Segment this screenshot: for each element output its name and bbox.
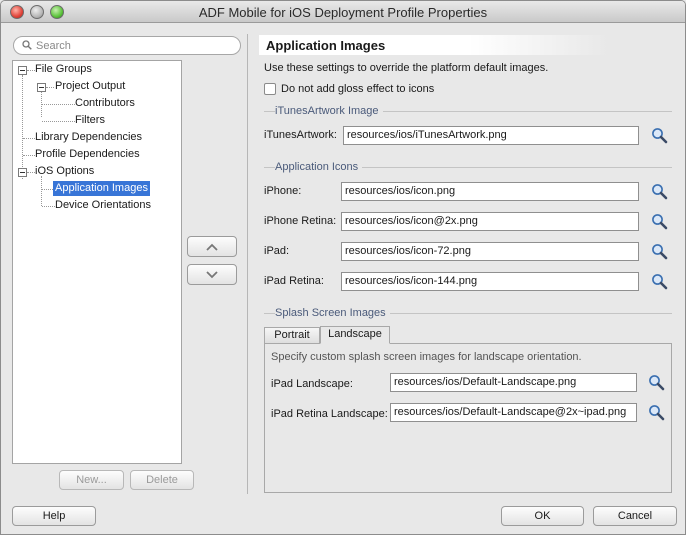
- tree-item-profile-dependencies[interactable]: Profile Dependencies: [33, 147, 142, 162]
- browse-itunes-artwork-icon[interactable]: [651, 127, 668, 144]
- collapse-ios-options-icon[interactable]: [18, 168, 27, 177]
- browse-ipad-landscape-icon[interactable]: [648, 374, 665, 391]
- tree-item-contributors[interactable]: Contributors: [73, 96, 137, 111]
- panel-divider[interactable]: [247, 34, 248, 494]
- panel-description: Use these settings to override the platf…: [264, 62, 549, 74]
- splash-section-label: Splash Screen Images: [275, 307, 390, 319]
- tree-item-application-images[interactable]: Application Images: [53, 181, 150, 196]
- page-title: Application Images: [259, 35, 609, 55]
- tree-item-device-orientations[interactable]: Device Orientations: [53, 198, 153, 213]
- ipad-retina-landscape-label: iPad Retina Landscape:: [271, 408, 388, 420]
- tree-item-project-output[interactable]: Project Output: [53, 79, 127, 94]
- gloss-checkbox-label[interactable]: Do not add gloss effect to icons: [281, 83, 434, 95]
- search-input[interactable]: [36, 38, 236, 53]
- move-up-button[interactable]: [187, 236, 237, 257]
- tab-portrait[interactable]: Portrait: [264, 327, 320, 344]
- ipad-retina-landscape-field[interactable]: resources/ios/Default-Landscape@2x~ipad.…: [390, 403, 637, 422]
- window-title: ADF Mobile for iOS Deployment Profile Pr…: [198, 5, 488, 20]
- ipad-landscape-field[interactable]: resources/ios/Default-Landscape.png: [390, 373, 637, 392]
- ipad-icon-label: iPad:: [264, 245, 290, 257]
- new-button[interactable]: New...: [59, 470, 124, 490]
- tree-connector: [41, 176, 42, 206]
- browse-iphone-retina-icon[interactable]: [651, 213, 668, 230]
- ok-button[interactable]: OK: [501, 506, 584, 526]
- tab-landscape[interactable]: Landscape: [320, 326, 390, 344]
- ipad-retina-icon-label: iPad Retina:: [264, 275, 324, 287]
- move-down-button[interactable]: [187, 264, 237, 285]
- tree-connector: [22, 75, 23, 179]
- collapse-file-groups-icon[interactable]: [18, 66, 27, 75]
- gloss-checkbox[interactable]: [264, 83, 276, 95]
- iphone-icon-field[interactable]: resources/ios/icon.png: [341, 182, 639, 201]
- iphone-retina-icon-field[interactable]: resources/ios/icon@2x.png: [341, 212, 639, 231]
- chevron-down-icon: [206, 271, 218, 279]
- delete-button[interactable]: Delete: [130, 470, 194, 490]
- iphone-icon-label: iPhone:: [264, 185, 302, 197]
- tree-item-file-groups[interactable]: File Groups: [33, 62, 94, 77]
- cancel-button[interactable]: Cancel: [593, 506, 677, 526]
- tree-item-library-dependencies[interactable]: Library Dependencies: [33, 130, 144, 145]
- navigation-tree[interactable]: File Groups Project Output Contributors …: [12, 60, 182, 464]
- itunes-artwork-field[interactable]: resources/ios/iTunesArtwork.png: [343, 126, 639, 145]
- tree-connector: [42, 104, 75, 105]
- browse-ipad-retina-landscape-icon[interactable]: [648, 404, 665, 421]
- ipad-icon-field[interactable]: resources/ios/icon-72.png: [341, 242, 639, 261]
- browse-ipad-icon[interactable]: [651, 243, 668, 260]
- dialog-window: ADF Mobile for iOS Deployment Profile Pr…: [0, 0, 686, 535]
- tree-item-filters[interactable]: Filters: [73, 113, 107, 128]
- collapse-project-output-icon[interactable]: [37, 83, 46, 92]
- tree-connector: [42, 121, 75, 122]
- search-icon: [22, 40, 32, 50]
- chevron-up-icon: [206, 243, 218, 251]
- browse-iphone-icon[interactable]: [651, 183, 668, 200]
- ipad-landscape-label: iPad Landscape:: [271, 378, 353, 390]
- app-icons-section-label: Application Icons: [275, 161, 363, 173]
- iphone-retina-icon-label: iPhone Retina:: [264, 215, 337, 227]
- title-bar[interactable]: ADF Mobile for iOS Deployment Profile Pr…: [1, 1, 685, 23]
- search-box[interactable]: [13, 36, 241, 55]
- itunes-section-label: iTunesArtwork Image: [275, 105, 383, 117]
- itunes-artwork-label: iTunesArtwork:: [264, 129, 337, 141]
- splash-description: Specify custom splash screen images for …: [271, 351, 582, 363]
- help-button[interactable]: Help: [12, 506, 96, 526]
- browse-ipad-retina-icon[interactable]: [651, 273, 668, 290]
- tree-item-ios-options[interactable]: iOS Options: [33, 164, 96, 179]
- ipad-retina-icon-field[interactable]: resources/ios/icon-144.png: [341, 272, 639, 291]
